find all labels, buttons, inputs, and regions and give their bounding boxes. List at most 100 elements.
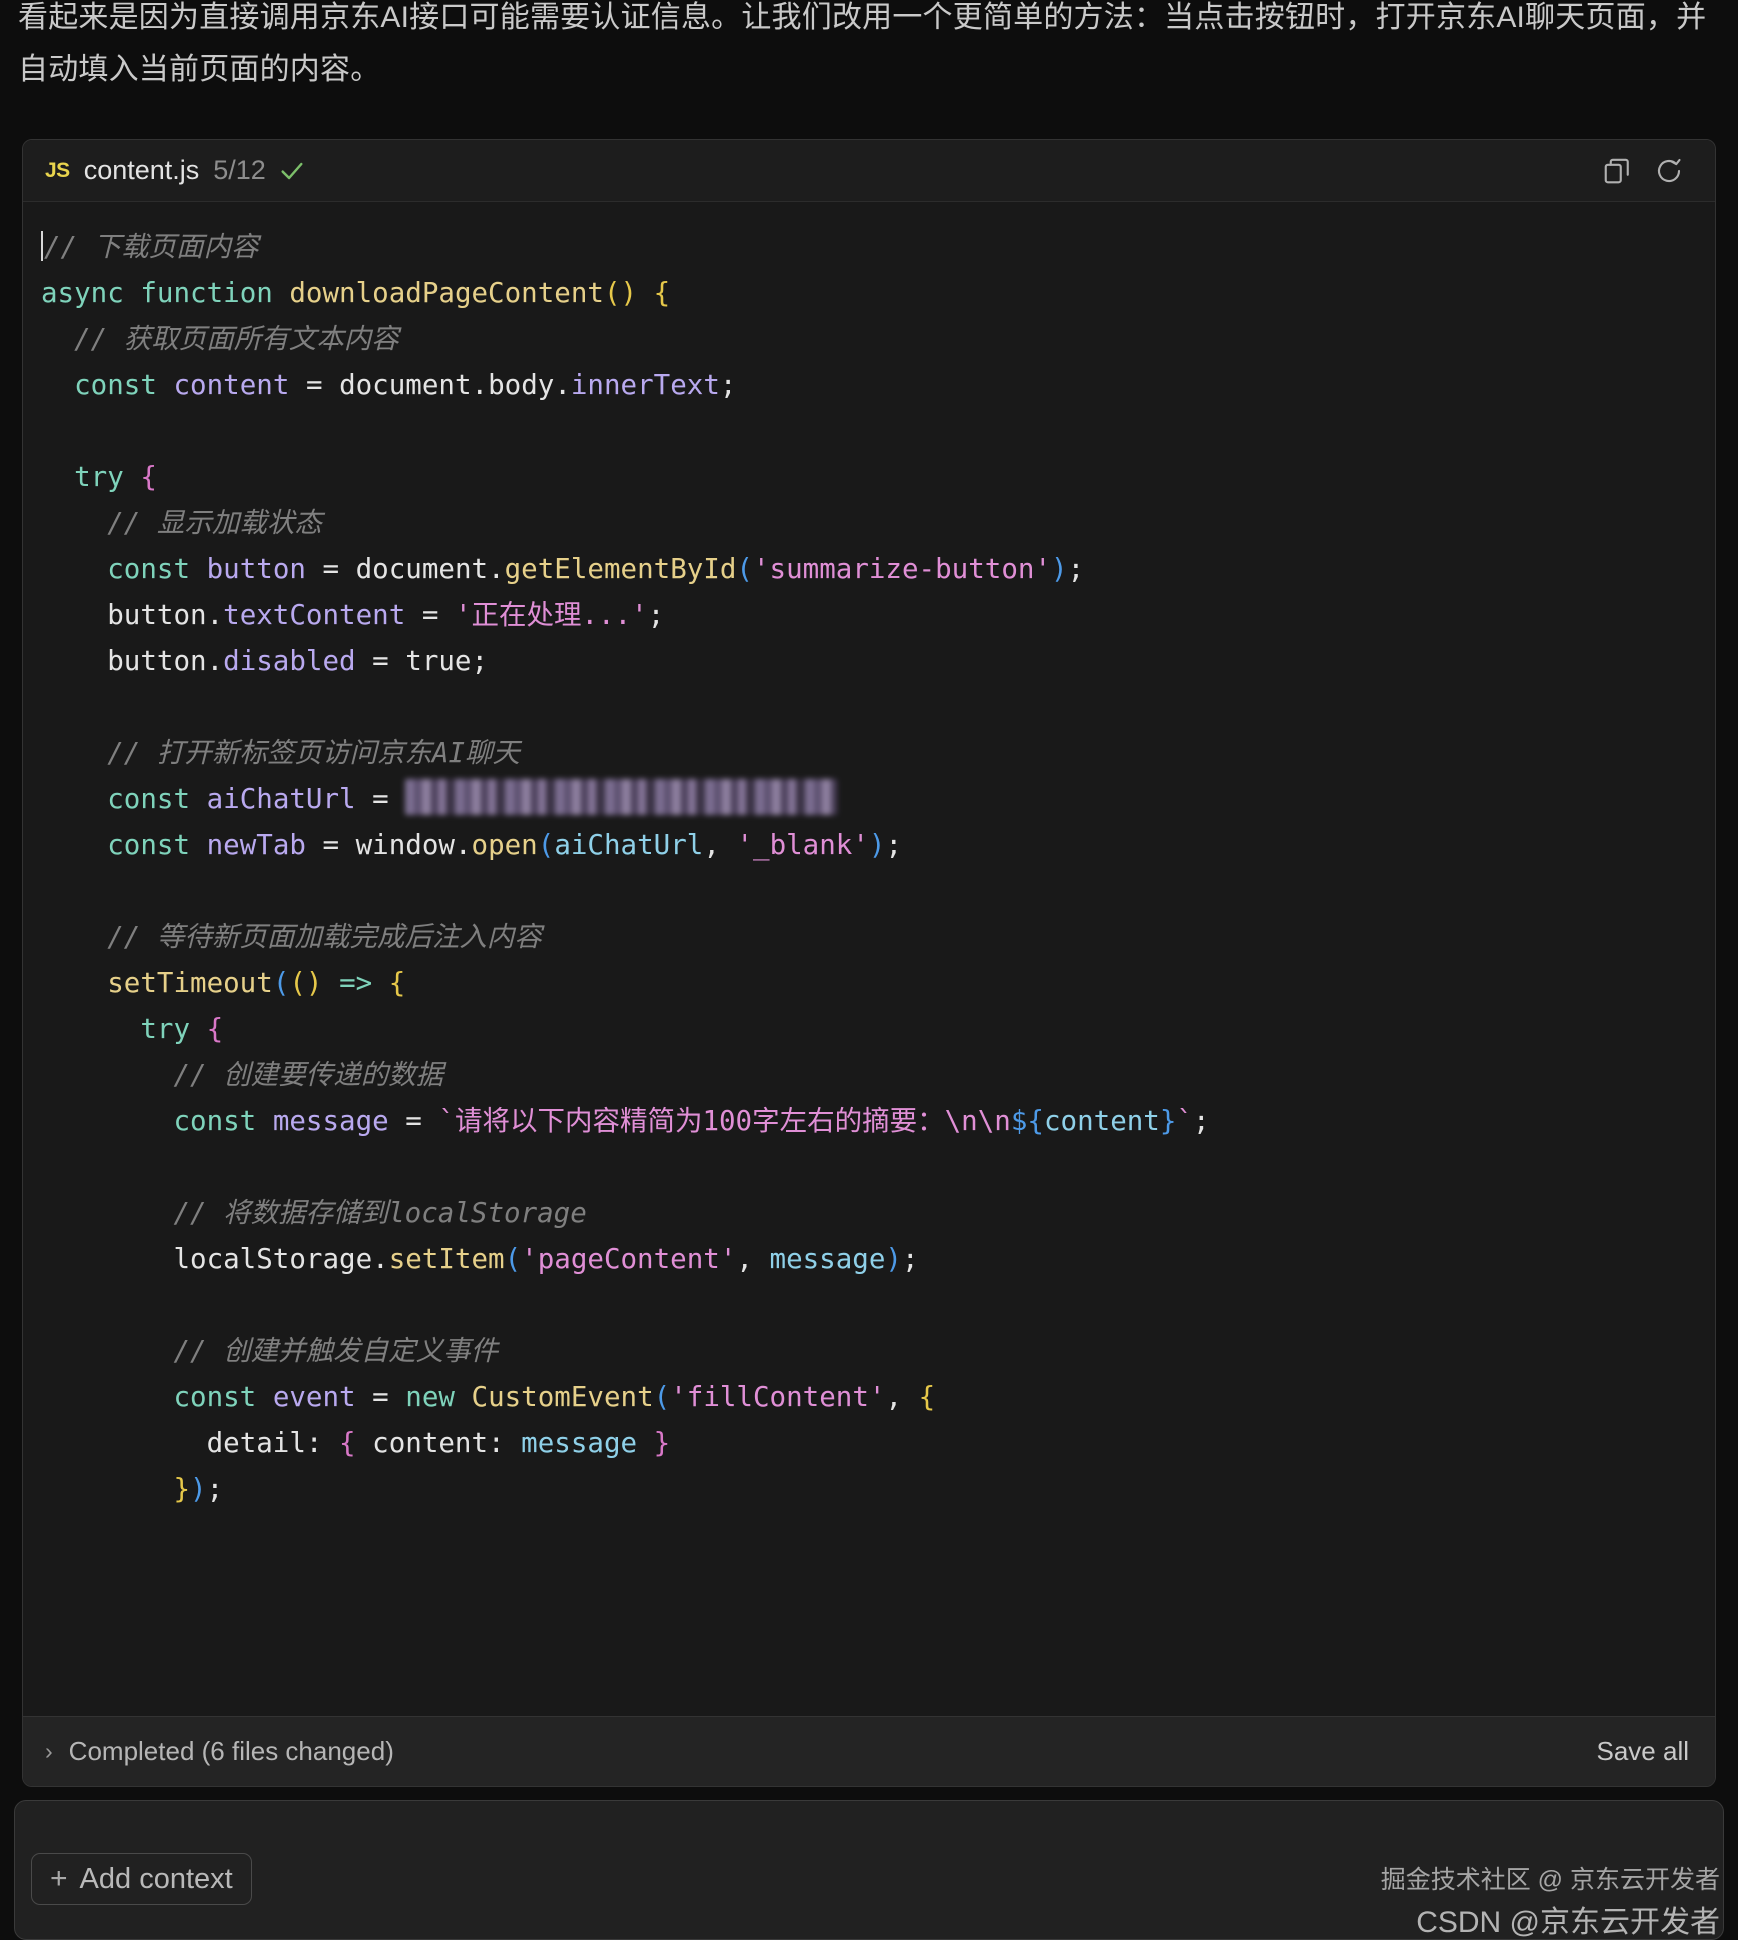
code-token: {	[388, 967, 406, 999]
code-token: const	[107, 783, 191, 815]
redacted-url	[405, 779, 838, 815]
code-token: // 获取页面所有文本内容	[74, 323, 399, 355]
code-token: =	[405, 599, 455, 631]
code-token: ;	[647, 599, 665, 631]
code-line: const event = new CustomEvent('fillConte…	[41, 1374, 1715, 1420]
code-token: {	[339, 1427, 356, 1459]
code-token: const	[74, 369, 157, 401]
code-token: // 打开新标签页访问京东AI聊天	[107, 737, 521, 769]
code-token: body	[488, 369, 555, 401]
text-cursor	[41, 231, 43, 261]
message-composer[interactable]: + Add context	[14, 1800, 1724, 1940]
chat-code-panel: 看起来是因为直接调用京东AI接口可能需要认证信息。让我们改用一个更简单的方法：当…	[0, 0, 1738, 1940]
code-token: localStorage.	[173, 1243, 389, 1275]
code-file-progress: 5/12	[213, 155, 266, 185]
chevron-right-icon[interactable]: ›	[45, 1740, 53, 1763]
code-token: =>	[339, 967, 373, 999]
code-token: =	[305, 553, 356, 585]
code-token: )	[885, 1243, 902, 1275]
refresh-icon[interactable]	[1647, 149, 1691, 193]
code-token: {	[653, 277, 671, 309]
code-token: ;	[901, 1243, 919, 1275]
code-token: ;	[1193, 1105, 1210, 1137]
code-line: const newTab = window.open(aiChatUrl, '_…	[41, 822, 1715, 868]
code-token: window.	[355, 829, 472, 861]
code-token: // 下载页面内容	[44, 231, 259, 263]
code-token: 'pageContent'	[521, 1243, 737, 1275]
code-token: textContent	[223, 599, 406, 631]
code-line: detail: { content: message }	[41, 1420, 1715, 1466]
code-line: // 等待新页面加载完成后注入内容	[41, 914, 1715, 960]
code-token: newTab	[206, 829, 306, 861]
code-line: const aiChatUrl =	[41, 776, 1715, 822]
code-token: document.	[355, 553, 505, 585]
code-token: 'summarize-button'	[752, 553, 1051, 585]
code-token: ;	[1067, 553, 1085, 585]
code-token: (	[272, 967, 290, 999]
code-content[interactable]: // 下载页面内容 async function downloadPageCont…	[23, 202, 1715, 1718]
code-token: ,	[703, 829, 737, 861]
code-line: // 打开新标签页访问京东AI聊天	[41, 730, 1715, 776]
code-token: aiChatUrl	[206, 783, 356, 815]
code-token: content	[1043, 1105, 1160, 1137]
code-line: // 显示加载状态	[41, 500, 1715, 546]
code-token: try	[140, 1013, 191, 1045]
code-token: setItem	[388, 1243, 505, 1275]
copy-icon[interactable]	[1595, 149, 1639, 193]
code-token: downloadPageContent	[289, 277, 604, 309]
add-context-button[interactable]: + Add context	[31, 1853, 252, 1905]
code-token: 'fillContent'	[670, 1381, 886, 1413]
code-token: ${	[1010, 1105, 1044, 1137]
code-line: try {	[41, 454, 1715, 500]
code-token: ;	[719, 369, 737, 401]
code-token: =	[289, 369, 340, 401]
code-line: setTimeout(() => {	[41, 960, 1715, 1006]
code-token: content:	[355, 1427, 522, 1459]
code-line: });	[41, 1466, 1715, 1512]
code-token: innerText	[570, 369, 720, 401]
code-file-name[interactable]: content.js	[84, 155, 200, 186]
code-token: // 显示加载状态	[107, 507, 322, 539]
code-line: // 创建并触发自定义事件	[41, 1328, 1715, 1374]
code-token: disabled	[223, 645, 356, 677]
code-token: ;	[206, 1473, 224, 1505]
code-line: const content = document.body.innerText;	[41, 362, 1715, 408]
code-token: event	[272, 1381, 356, 1413]
code-token: button	[206, 553, 306, 585]
code-token: =	[355, 783, 406, 815]
code-block-card: JS content.js 5/12 // 下载页面内容 async funct…	[22, 139, 1716, 1787]
code-token: )	[190, 1473, 207, 1505]
js-language-icon: JS	[45, 158, 70, 182]
code-token: new	[405, 1381, 455, 1413]
code-token: button.	[107, 645, 224, 677]
code-token: // 创建并触发自定义事件	[173, 1335, 499, 1367]
code-block-header: JS content.js 5/12	[23, 140, 1715, 202]
save-all-button[interactable]: Save all	[1597, 1736, 1690, 1767]
code-line: // 下载页面内容	[41, 224, 1715, 270]
code-token: content	[173, 369, 290, 401]
completion-status: Completed (6 files changed)	[68, 1736, 394, 1766]
code-token: '正在处理...'	[454, 599, 648, 631]
code-token: }	[653, 1427, 671, 1459]
code-line: button.disabled = true;	[41, 638, 1715, 684]
code-token: message	[769, 1243, 886, 1275]
code-token: (	[653, 1381, 671, 1413]
code-token: .	[554, 369, 571, 401]
code-token: )	[1051, 553, 1068, 585]
check-icon	[278, 157, 306, 185]
code-token: button.	[107, 599, 224, 631]
code-line: // 获取页面所有文本内容	[41, 316, 1715, 362]
code-token: open	[471, 829, 538, 861]
code-token: (	[537, 829, 555, 861]
code-token: {	[140, 461, 157, 493]
